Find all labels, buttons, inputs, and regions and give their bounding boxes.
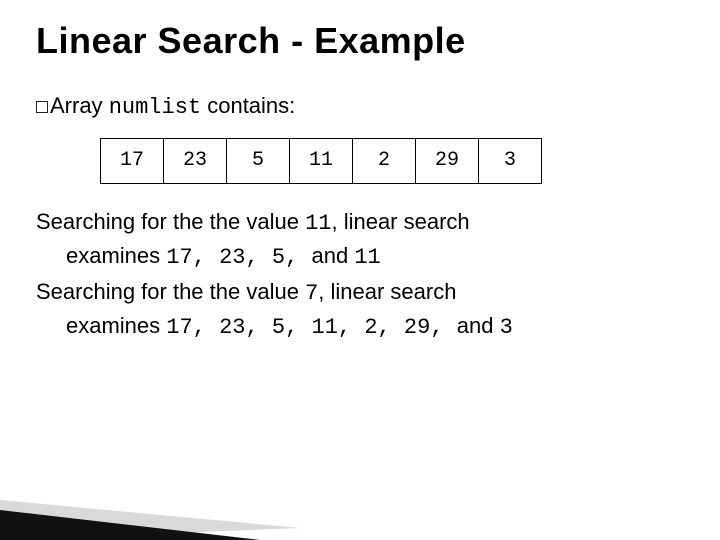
text-array-prefix: Array [50,93,109,118]
array-cell: 29 [416,138,479,183]
array-cell: 17 [101,138,164,183]
slide: Linear Search - Example Array numlist co… [0,0,720,540]
array-cell: 3 [479,138,542,183]
text: , linear search [331,209,469,234]
value-11: 11 [305,211,331,236]
text: Searching for the the value [36,209,305,234]
array-table-wrap: 17 23 5 11 2 29 3 [100,138,690,184]
explanation-block: Searching for the the value 11, linear s… [36,206,686,344]
text: and [312,243,355,268]
array-intro-line: Array numlist contains: [36,90,676,124]
sequence-code: 17, 23, 5, 11, 2, 29, [166,315,456,340]
text: Searching for the the value [36,279,305,304]
text-numlist-code: numlist [109,95,201,120]
text: and [457,313,500,338]
bullet-square-icon [36,101,48,113]
text-array-suffix: contains: [201,93,295,118]
array-table: 17 23 5 11 2 29 3 [100,138,542,184]
slide-title: Linear Search - Example [36,20,690,62]
array-cell: 11 [290,138,353,183]
array-cell: 2 [353,138,416,183]
array-cell: 5 [227,138,290,183]
array-cell: 23 [164,138,227,183]
text: examines [66,313,166,338]
value-11: 11 [354,245,380,270]
text: examines [66,243,166,268]
corner-wedge-icon [0,450,300,540]
sequence-code: 17, 23, 5, [166,245,311,270]
text: , linear search [318,279,456,304]
value-7: 7 [305,281,318,306]
value-3: 3 [500,315,513,340]
